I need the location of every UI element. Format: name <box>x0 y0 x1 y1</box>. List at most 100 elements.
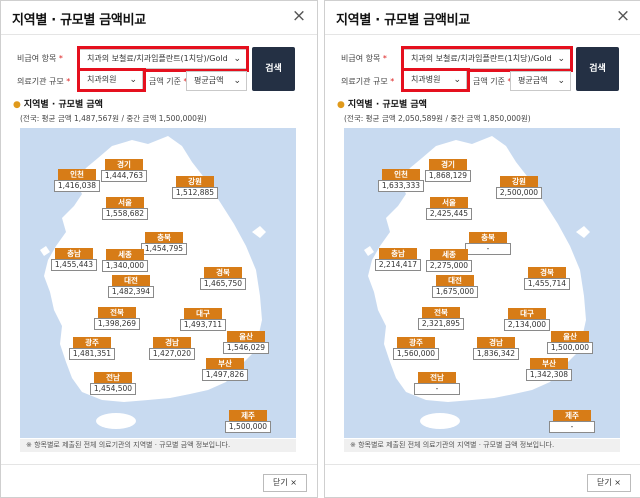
korea-map: 인천 1,416,038 경기 1,444,763 강원 1,512,885 서울 1,558… <box>20 128 296 438</box>
region-value: 1,455,714 <box>524 278 570 290</box>
region-10: 전북 2,321,895 <box>418 307 464 330</box>
region-value: 1,868,129 <box>425 170 471 182</box>
basis-select[interactable]: 평균금액 ⌄ <box>186 71 247 91</box>
region-name: 세종 <box>430 249 468 260</box>
region-name: 대전 <box>436 275 474 286</box>
region-6: 충남 2,214,417 <box>375 248 421 271</box>
chevron-down-icon: ⌄ <box>129 75 137 85</box>
section-title-text: 지역별 · 규모별 금액 <box>347 100 427 110</box>
region-16: 전남 - <box>414 372 460 395</box>
item-select[interactable]: 치과의 보철료/치과임플란트(1치당)/Gold ⌄ <box>79 49 247 69</box>
size-select[interactable]: 치과병원 ⌄ <box>403 70 467 90</box>
region-8: 대전 1,675,000 <box>432 275 478 298</box>
close-button[interactable]: 닫기 × <box>263 474 307 492</box>
basis-select-value: 평균금액 <box>518 76 548 85</box>
required-mark: * <box>380 54 387 63</box>
region-name: 서울 <box>106 197 144 208</box>
region-value: 1,481,351 <box>69 348 115 360</box>
region-7: 세종 2,275,000 <box>426 249 472 272</box>
region-16: 전남 1,454,500 <box>90 372 136 395</box>
modal-title: 지역별 · 규모별 금액비교 <box>12 13 146 28</box>
region-value: 1,455,443 <box>51 259 97 271</box>
modal-header: 지역별 · 규모별 금액비교 × <box>1 1 317 35</box>
size-select-value: 치과의원 <box>87 75 117 84</box>
region-value: 1,340,000 <box>102 260 148 272</box>
size-label-text: 의료기관 규모 <box>17 77 64 86</box>
region-value: 2,214,417 <box>375 259 421 271</box>
search-button[interactable]: 검색 <box>252 47 295 91</box>
item-select-value: 치과의 보철료/치과임플란트(1치당)/Gold <box>411 54 552 63</box>
region-value: 1,633,333 <box>378 180 424 192</box>
item-label-text: 비급여 항목 <box>341 54 381 63</box>
comparison-modal: 지역별 · 규모별 금액비교 × 비급여 항목 * 치과의 보철료/치과임플란트(1치… <box>324 0 640 498</box>
region-name: 전북 <box>422 307 460 318</box>
region-name: 강원 <box>500 176 538 187</box>
region-value: 1,454,500 <box>90 383 136 395</box>
region-value: 1,512,885 <box>172 187 218 199</box>
region-value: 1,836,342 <box>473 348 519 360</box>
region-value: 2,275,000 <box>426 260 472 272</box>
region-value: - <box>414 383 460 395</box>
region-name: 대구 <box>508 308 546 319</box>
close-icon[interactable]: × <box>289 6 309 26</box>
region-value: 1,482,394 <box>108 286 154 298</box>
region-name: 인천 <box>382 169 420 180</box>
region-4: 서울 1,558,682 <box>102 197 148 220</box>
region-value: 2,500,000 <box>496 187 542 199</box>
region-name: 경북 <box>528 267 566 278</box>
required-mark: * <box>387 77 395 86</box>
region-value: 1,427,020 <box>149 348 195 360</box>
region-value: 2,134,000 <box>504 319 550 331</box>
region-1: 인천 1,416,038 <box>54 169 100 192</box>
basis-label: 금액 기준 * <box>473 76 512 87</box>
region-12: 광주 1,481,351 <box>69 337 115 360</box>
chevron-down-icon: ⌄ <box>233 76 241 86</box>
footer-divider <box>325 464 640 465</box>
region-value: 1,444,763 <box>101 170 147 182</box>
region-15: 부산 1,342,308 <box>526 358 572 381</box>
region-9: 경북 1,465,750 <box>200 267 246 290</box>
region-7: 세종 1,340,000 <box>102 249 148 272</box>
comparison-modal: 지역별 · 규모별 금액비교 × 비급여 항목 * 치과의 보철료/치과임플란트(1치… <box>0 0 318 498</box>
modal-header: 지역별 · 규모별 금액비교 × <box>325 1 640 35</box>
region-name: 전북 <box>98 307 136 318</box>
region-value: 1,493,711 <box>180 319 226 331</box>
region-value: 1,465,750 <box>200 278 246 290</box>
close-button[interactable]: 닫기 × <box>587 474 631 492</box>
region-name: 충북 <box>469 232 507 243</box>
size-select[interactable]: 치과의원 ⌄ <box>79 70 143 90</box>
section-title-text: 지역별 · 규모별 금액 <box>23 100 103 110</box>
region-value: 1,500,000 <box>547 342 593 354</box>
region-value: 1,558,682 <box>102 208 148 220</box>
close-icon[interactable]: × <box>613 6 633 26</box>
region-2: 경기 1,444,763 <box>101 159 147 182</box>
region-1: 인천 1,633,333 <box>378 169 424 192</box>
region-name: 충남 <box>55 248 93 259</box>
region-value: 1,675,000 <box>432 286 478 298</box>
region-14: 울산 1,500,000 <box>547 331 593 354</box>
region-value: 1,560,000 <box>393 348 439 360</box>
size-select-value: 치과병원 <box>411 75 441 84</box>
search-button[interactable]: 검색 <box>576 47 619 91</box>
region-name: 경북 <box>204 267 242 278</box>
region-name: 대전 <box>112 275 150 286</box>
region-17: 제주 - <box>549 410 595 433</box>
region-name: 경기 <box>429 159 467 170</box>
required-mark: * <box>56 54 63 63</box>
region-14: 울산 1,546,029 <box>223 331 269 354</box>
basis-select[interactable]: 평균금액 ⌄ <box>510 71 571 91</box>
region-name: 광주 <box>73 337 111 348</box>
region-17: 제주 1,500,000 <box>225 410 271 433</box>
region-name: 부산 <box>206 358 244 369</box>
region-value: 1,342,308 <box>526 369 572 381</box>
region-2: 경기 1,868,129 <box>425 159 471 182</box>
region-name: 경기 <box>105 159 143 170</box>
basis-label-text: 금액 기준 <box>473 77 505 86</box>
item-select[interactable]: 치과의 보철료/치과임플란트(1치당)/Gold ⌄ <box>403 49 571 69</box>
region-name: 제주 <box>553 410 591 421</box>
region-name: 서울 <box>430 197 468 208</box>
region-15: 부산 1,497,826 <box>202 358 248 381</box>
bullet-icon: ● <box>337 100 345 110</box>
region-8: 대전 1,482,394 <box>108 275 154 298</box>
region-11: 대구 2,134,000 <box>504 308 550 331</box>
